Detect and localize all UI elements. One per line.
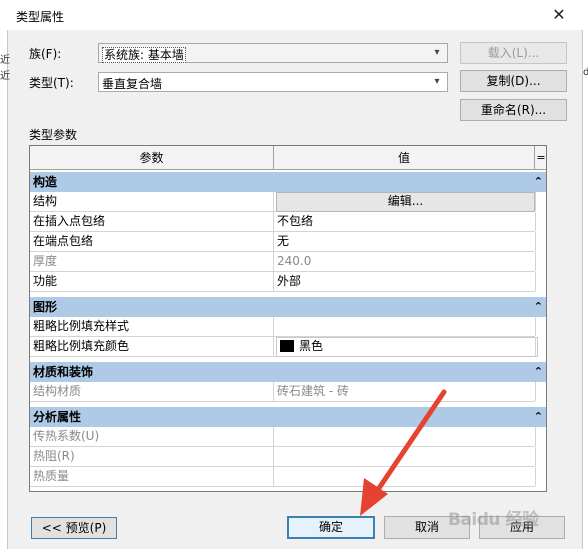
param-name: 功能	[30, 272, 274, 291]
formula-cell	[535, 427, 546, 446]
duplicate-button[interactable]: 复制(D)...	[460, 70, 567, 92]
param-name: 粗略比例填充颜色	[30, 337, 274, 356]
section-analytical[interactable]: 分析属性 ⌃	[30, 407, 546, 427]
chevron-down-icon: ▾	[434, 47, 440, 58]
formula-cell	[535, 382, 546, 401]
param-name: 传热系数(U)	[30, 427, 274, 446]
param-name: 在插入点包络	[30, 212, 274, 231]
color-name: 黑色	[299, 339, 324, 353]
param-value[interactable]	[274, 317, 535, 336]
formula-cell	[535, 337, 546, 356]
param-value[interactable]: 外部	[274, 272, 535, 291]
type-value: 垂直复合墙	[102, 77, 163, 91]
formula-cell	[535, 192, 546, 211]
section-graphics[interactable]: 图形 ⌃	[30, 297, 546, 317]
ok-button[interactable]: 确定	[287, 516, 375, 539]
column-header-parameter[interactable]: 参数	[30, 146, 274, 170]
type-parameters-grid: 参数 值 = 构造 ⌃ 结构 编辑... 在插入点包络 不包络 在端点包络 无 …	[29, 145, 547, 492]
column-header-formula[interactable]: =	[535, 146, 546, 170]
formula-cell	[535, 252, 546, 271]
watermark-logo: Baidu 经验	[448, 510, 539, 530]
window-frame-right	[582, 30, 588, 557]
section-title: 材质和装饰	[33, 365, 94, 379]
rename-button[interactable]: 重命名(R)...	[460, 99, 567, 121]
param-value[interactable]: 不包络	[274, 212, 535, 231]
collapse-icon[interactable]: ⌃	[534, 407, 543, 427]
collapse-icon[interactable]: ⌃	[534, 362, 543, 382]
grid-row[interactable]: 结构 编辑...	[30, 192, 536, 212]
param-value[interactable]: 无	[274, 232, 535, 251]
chevron-down-icon: ▾	[434, 76, 440, 87]
param-value	[274, 467, 535, 486]
param-value	[274, 427, 535, 446]
grid-row[interactable]: 功能 外部	[30, 272, 536, 292]
grid-row: 热质量	[30, 467, 536, 487]
grid-row: 传热系数(U)	[30, 427, 536, 447]
formula-cell	[535, 212, 546, 231]
type-parameters-label: 类型参数	[29, 128, 78, 142]
param-name: 结构材质	[30, 382, 274, 401]
family-dropdown[interactable]: 系统族: 基本墙 ▾	[98, 43, 448, 63]
grid-row[interactable]: 在端点包络 无	[30, 232, 536, 252]
window-title: 类型属性	[16, 10, 65, 24]
family-label: 族(F):	[29, 47, 62, 61]
formula-cell	[535, 232, 546, 251]
param-name: 粗略比例填充样式	[30, 317, 274, 336]
edit-structure-button[interactable]: 编辑...	[276, 192, 535, 212]
formula-cell	[535, 317, 546, 336]
param-name: 在端点包络	[30, 232, 274, 251]
grid-row[interactable]: 在插入点包络 不包络	[30, 212, 536, 232]
param-name: 厚度	[30, 252, 274, 271]
grid-row[interactable]: 粗略比例填充样式	[30, 317, 536, 337]
formula-cell	[535, 272, 546, 291]
column-header-value[interactable]: 值	[274, 146, 535, 170]
formula-cell	[535, 467, 546, 486]
background-text-left-a: 近	[0, 55, 10, 66]
section-construction[interactable]: 构造 ⌃	[30, 172, 546, 192]
param-value: 240.0	[277, 254, 312, 268]
grid-row: 热阻(R)	[30, 447, 536, 467]
window-frame-left	[0, 30, 8, 557]
grid-row[interactable]: 粗略比例填充颜色 黑色	[30, 337, 538, 357]
fill-color-button[interactable]: 黑色	[276, 337, 538, 357]
param-value	[274, 447, 535, 466]
param-name: 结构	[30, 192, 274, 211]
window-frame-bottom	[0, 549, 588, 557]
formula-cell	[535, 447, 546, 466]
type-dropdown[interactable]: 垂直复合墙 ▾	[98, 72, 448, 92]
close-icon[interactable]: ✕	[546, 2, 572, 28]
collapse-icon[interactable]: ⌃	[534, 172, 543, 192]
type-label: 类型(T):	[29, 76, 74, 90]
title-bar	[0, 0, 588, 30]
family-value: 系统族: 基本墙	[102, 47, 186, 63]
grid-row: 厚度 240.0	[30, 252, 536, 272]
param-name: 热阻(R)	[30, 447, 274, 466]
section-title: 图形	[33, 300, 58, 314]
param-name: 热质量	[30, 467, 274, 486]
section-title: 构造	[33, 175, 58, 189]
preview-button[interactable]: << 预览(P)	[31, 517, 117, 539]
collapse-icon[interactable]: ⌃	[534, 297, 543, 317]
color-swatch	[280, 340, 294, 352]
load-button[interactable]: 载入(L)...	[460, 42, 567, 64]
param-value: 砖石建筑 - 砖	[277, 384, 349, 398]
section-materials[interactable]: 材质和装饰 ⌃	[30, 362, 546, 382]
background-text-left-b: 近	[0, 71, 10, 82]
background-text-right: d	[583, 67, 588, 78]
section-title: 分析属性	[33, 410, 82, 424]
grid-row: 结构材质 砖石建筑 - 砖	[30, 382, 536, 402]
